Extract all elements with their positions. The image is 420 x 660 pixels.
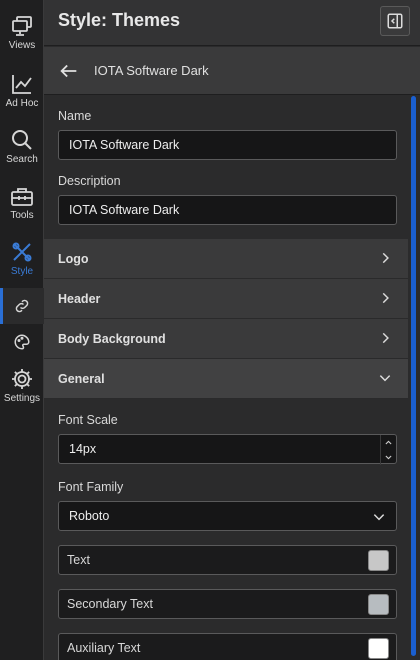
chevron-right-icon	[382, 332, 389, 344]
name-input[interactable]: IOTA Software Dark	[58, 130, 397, 160]
toolbox-icon	[11, 188, 33, 206]
panel-title: Style: Themes	[58, 10, 181, 30]
section-general-label: General	[58, 372, 105, 386]
font-scale-input[interactable]: 14px	[58, 434, 397, 465]
stepper-down[interactable]	[380, 450, 396, 465]
section-general[interactable]: General	[44, 359, 408, 399]
gear-icon	[12, 369, 32, 389]
stepper-up[interactable]	[380, 435, 396, 450]
text-color-swatch[interactable]	[368, 550, 389, 571]
nav-rail: Views Ad Hoc Search Tools Style Settings	[0, 0, 44, 660]
section-body-background-label: Body Background	[58, 332, 166, 346]
rail-label-search: Search	[6, 154, 38, 165]
rail-sub-palette[interactable]	[0, 324, 44, 360]
chevron-right-icon	[382, 252, 389, 264]
panel-header: Style: Themes	[44, 0, 420, 46]
collapse-panel-button[interactable]	[380, 6, 410, 36]
chevron-down-icon	[373, 514, 385, 521]
auxiliary-text-color-swatch[interactable]	[368, 638, 389, 659]
scrollbar[interactable]	[411, 96, 416, 656]
section-header-label: Header	[58, 292, 101, 306]
auxiliary-text-color-field[interactable]: Auxiliary Text	[58, 633, 397, 660]
rail-item-views[interactable]: Views	[0, 14, 44, 51]
description-input[interactable]: IOTA Software Dark	[58, 195, 397, 225]
rail-label-tools: Tools	[10, 210, 34, 221]
link-style-icon	[15, 299, 29, 313]
rail-item-style[interactable]: Style	[0, 240, 44, 277]
style-icon	[12, 242, 32, 262]
secondary-text-color-field[interactable]: Secondary Text	[58, 589, 397, 619]
text-color-field[interactable]: Text	[58, 545, 397, 575]
section-header[interactable]: Header	[44, 279, 408, 319]
breadcrumb-bar: IOTA Software Dark	[44, 47, 420, 95]
rail-item-settings[interactable]: Settings	[0, 367, 44, 404]
font-scale-value: 14px	[69, 442, 97, 456]
views-icon	[12, 16, 32, 36]
text-color-label: Text	[67, 553, 90, 567]
rail-item-adhoc[interactable]: Ad Hoc	[0, 72, 44, 109]
search-icon	[12, 130, 32, 150]
rail-item-search[interactable]: Search	[0, 128, 44, 165]
rail-label-views: Views	[8, 40, 36, 51]
section-logo[interactable]: Logo	[44, 239, 408, 279]
font-family-select[interactable]: Roboto	[58, 501, 397, 531]
font-scale-label: Font Scale	[58, 413, 118, 427]
rail-item-tools[interactable]: Tools	[0, 184, 44, 221]
section-body-background[interactable]: Body Background	[44, 319, 408, 359]
caret-up-icon	[385, 440, 392, 445]
section-logo-label: Logo	[58, 252, 89, 266]
rail-label-settings: Settings	[3, 393, 41, 404]
font-scale-stepper[interactable]	[380, 435, 396, 465]
secondary-text-color-swatch[interactable]	[368, 594, 389, 615]
caret-down-icon	[385, 455, 392, 460]
chevron-right-icon	[382, 292, 389, 304]
auxiliary-text-color-label: Auxiliary Text	[67, 641, 141, 655]
rail-sub-themes[interactable]	[0, 288, 44, 324]
breadcrumb-title: IOTA Software Dark	[94, 63, 209, 78]
chart-line-icon	[12, 75, 32, 94]
font-family-label: Font Family	[58, 480, 124, 494]
chevron-down-icon	[379, 375, 391, 382]
palette-icon	[14, 334, 30, 350]
collapse-panel-icon	[387, 13, 403, 29]
secondary-text-color-label: Secondary Text	[67, 597, 153, 611]
theme-form: Name IOTA Software Dark Description IOTA…	[44, 96, 420, 660]
font-family-value: Roboto	[69, 509, 110, 523]
rail-label-style: Style	[10, 266, 34, 277]
name-label: Name	[58, 109, 92, 123]
description-label: Description	[58, 174, 121, 188]
style-themes-panel: Style: Themes IOTA Software Dark Name IO…	[44, 0, 420, 660]
rail-label-adhoc: Ad Hoc	[5, 98, 39, 109]
back-arrow-icon[interactable]	[58, 60, 80, 82]
